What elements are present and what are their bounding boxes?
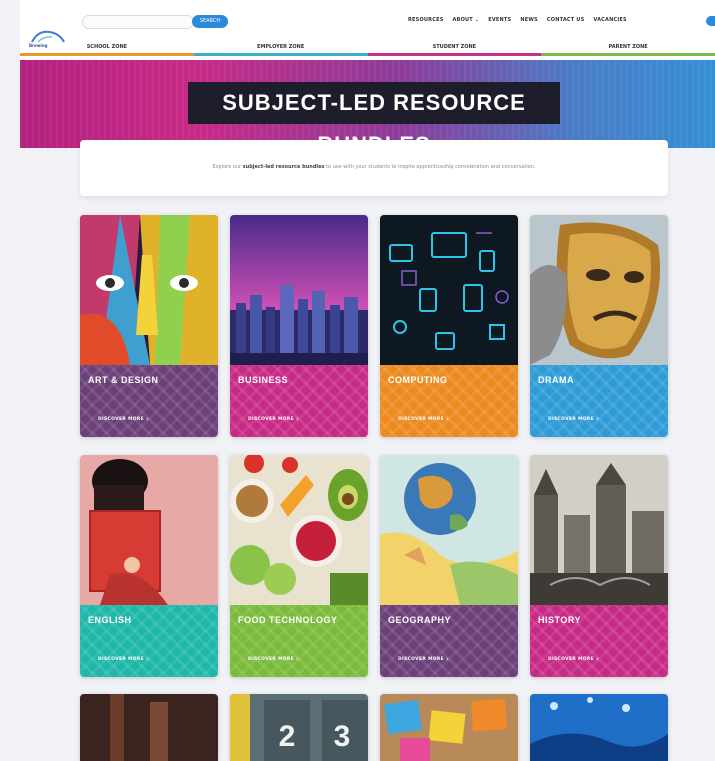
history-image <box>530 455 668 605</box>
zone-nav: SCHOOL ZONE EMPLOYER ZONE STUDENT ZONE P… <box>20 42 715 56</box>
intro-text-end: to use with your students to inspire app… <box>324 164 536 170</box>
nav-about[interactable]: ABOUT ⌄ <box>453 17 480 23</box>
card-label: ENGLISH <box>88 615 132 625</box>
card-partial-1-image <box>80 694 218 761</box>
nav-action-button[interactable] <box>706 16 715 26</box>
card-footer: ENGLISH DISCOVER MORE › <box>80 605 218 677</box>
arrow-right-icon: › <box>146 415 149 423</box>
zone-color-bar <box>20 53 715 56</box>
zone-bar-school <box>20 53 194 56</box>
geography-image <box>380 455 518 605</box>
zone-bar-employer <box>193 53 368 56</box>
card-label: GEOGRAPHY <box>388 615 452 625</box>
card-partial-4-image <box>530 694 668 761</box>
food-technology-image <box>230 455 368 605</box>
discover-more-link[interactable]: DISCOVER MORE <box>398 417 444 422</box>
search-input[interactable] <box>82 15 194 29</box>
card-computing[interactable]: COMPUTING DISCOVER MORE › <box>380 215 518 437</box>
discover-more-link[interactable]: DISCOVER MORE <box>398 657 444 662</box>
zone-bar-parent <box>541 53 715 56</box>
card-history[interactable]: HISTORY DISCOVER MORE › <box>530 455 668 677</box>
intro-text-start: Explore our <box>212 164 243 170</box>
nav-events[interactable]: EVENTS <box>488 17 511 23</box>
card-geography[interactable]: GEOGRAPHY DISCOVER MORE › <box>380 455 518 677</box>
discover-more-link[interactable]: DISCOVER MORE <box>248 657 294 662</box>
arrow-right-icon: › <box>446 655 449 663</box>
nav-contact-us[interactable]: CONTACT US <box>547 17 584 23</box>
card-footer: GEOGRAPHY DISCOVER MORE › <box>380 605 518 677</box>
card-label: FOOD TECHNOLOGY <box>238 615 338 625</box>
card-partial-3-image <box>380 694 518 761</box>
arrow-right-icon: › <box>296 415 299 423</box>
discover-more-link[interactable]: DISCOVER MORE <box>548 417 594 422</box>
card-label: COMPUTING <box>388 375 448 385</box>
drama-image <box>530 215 668 365</box>
zone-bar-student <box>367 53 542 56</box>
art-design-image <box>80 215 218 365</box>
discover-more-link[interactable]: DISCOVER MORE <box>98 417 144 422</box>
intro-text: Explore our subject-led resource bundles… <box>80 164 668 170</box>
english-image <box>80 455 218 605</box>
nav-news[interactable]: NEWS <box>520 17 538 23</box>
card-business[interactable]: BUSINESS DISCOVER MORE › <box>230 215 368 437</box>
card-drama[interactable]: DRAMA DISCOVER MORE › <box>530 215 668 437</box>
arrow-right-icon: › <box>146 655 149 663</box>
card-english[interactable]: ENGLISH DISCOVER MORE › <box>80 455 218 677</box>
discover-more-link[interactable]: DISCOVER MORE <box>98 657 144 662</box>
card-label: DRAMA <box>538 375 574 385</box>
card-label: ART & DESIGN <box>88 375 159 385</box>
site-header: Brewing SEARCH RESOURCES ABOUT ⌄ EVENTS … <box>20 0 715 60</box>
arrow-right-icon: › <box>596 415 599 423</box>
intro-card: Explore our subject-led resource bundles… <box>80 140 668 196</box>
card-footer: BUSINESS DISCOVER MORE › <box>230 365 368 437</box>
card-footer: FOOD TECHNOLOGY DISCOVER MORE › <box>230 605 368 677</box>
discover-more-link[interactable]: DISCOVER MORE <box>548 657 594 662</box>
card-food-technology[interactable]: FOOD TECHNOLOGY DISCOVER MORE › <box>230 455 368 677</box>
number-three-text: 3 <box>334 720 351 753</box>
card-label: BUSINESS <box>238 375 289 385</box>
nav-resources[interactable]: RESOURCES <box>408 17 444 23</box>
hero-banner: SUBJECT-LED RESOURCE BUNDLES <box>20 60 715 148</box>
arrow-right-icon: › <box>296 655 299 663</box>
intro-text-bold: subject-led resource bundles <box>242 164 325 170</box>
main-nav: RESOURCES ABOUT ⌄ EVENTS NEWS CONTACT US… <box>408 17 627 23</box>
card-partial-2[interactable]: 2 3 <box>230 694 368 761</box>
page-title: SUBJECT-LED RESOURCE BUNDLES <box>188 82 560 148</box>
computing-image <box>380 215 518 365</box>
arrow-right-icon: › <box>446 415 449 423</box>
card-footer: DRAMA DISCOVER MORE › <box>530 365 668 437</box>
card-partial-3[interactable] <box>380 694 518 761</box>
business-image <box>230 215 368 365</box>
card-partial-1[interactable] <box>80 694 218 761</box>
search-button[interactable]: SEARCH <box>192 15 228 28</box>
nav-vacancies[interactable]: VACANCIES <box>593 17 626 23</box>
card-label: HISTORY <box>538 615 582 625</box>
card-footer: COMPUTING DISCOVER MORE › <box>380 365 518 437</box>
card-partial-4[interactable] <box>530 694 668 761</box>
page: Brewing SEARCH RESOURCES ABOUT ⌄ EVENTS … <box>0 0 715 761</box>
card-footer: HISTORY DISCOVER MORE › <box>530 605 668 677</box>
card-partial-2-image: 2 3 <box>230 694 368 761</box>
card-footer: ART & DESIGN DISCOVER MORE › <box>80 365 218 437</box>
arrow-right-icon: › <box>596 655 599 663</box>
number-two-text: 2 <box>279 720 296 753</box>
card-art-design[interactable]: ART & DESIGN DISCOVER MORE › <box>80 215 218 437</box>
discover-more-link[interactable]: DISCOVER MORE <box>248 417 294 422</box>
